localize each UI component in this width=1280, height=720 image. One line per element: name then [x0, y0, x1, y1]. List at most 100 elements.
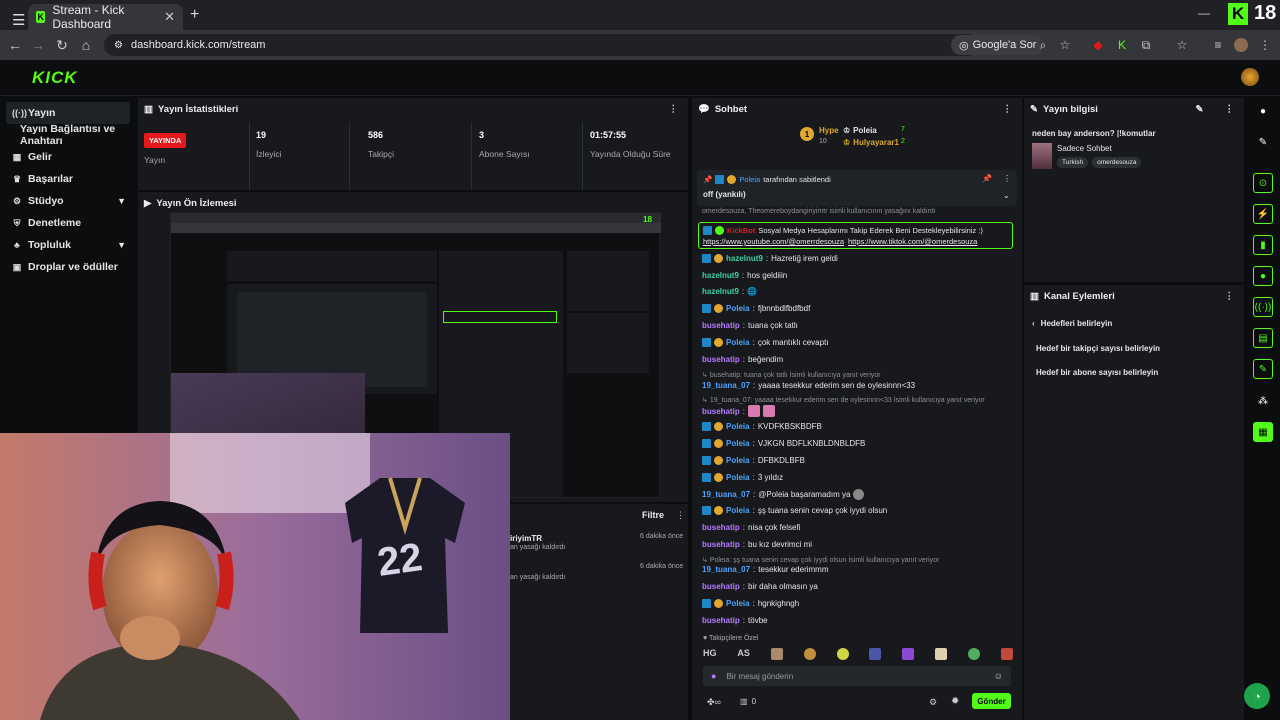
- rail-target-icon[interactable]: ⊙: [1253, 173, 1273, 193]
- sidebar-item-stream[interactable]: ((·)) Yayın: [6, 102, 130, 124]
- more-icon[interactable]: ⋮: [1225, 104, 1235, 115]
- sidebar-item-community[interactable]: ♣ Topluluk ▼: [6, 234, 130, 256]
- goals-back-button[interactable]: ‹ Hedefleri belirleyin: [1032, 319, 1112, 328]
- goal-follower-item[interactable]: Hedef bir takipçi sayısı belirleyin: [1036, 344, 1160, 353]
- emote-hg-icon[interactable]: HG: [703, 648, 717, 662]
- bookmark-star-icon[interactable]: ☆: [1058, 38, 1072, 52]
- browser-tab[interactable]: K Stream - Kick Dashboard ✕: [28, 3, 183, 31]
- chat-username[interactable]: Poleia: [726, 506, 750, 515]
- emoji-icon[interactable]: ☺: [994, 671, 1003, 681]
- chat-username[interactable]: 19_tuana_07: [702, 490, 750, 499]
- chat-username[interactable]: hazelnut9: [726, 254, 763, 263]
- tag[interactable]: Turkish: [1057, 157, 1089, 168]
- chat-username[interactable]: Poleia: [726, 304, 750, 313]
- chat-username[interactable]: Poleia: [726, 456, 750, 465]
- chevron-down-icon[interactable]: ⌄: [1003, 191, 1010, 200]
- settings-icon[interactable]: ⚙: [929, 697, 937, 708]
- filter-button[interactable]: Filtre: [642, 510, 664, 520]
- menu-icon[interactable]: ☰: [12, 11, 25, 29]
- sidebar-item-moderation[interactable]: ⛨ Denetleme: [6, 212, 130, 234]
- microphone-icon[interactable]: ●: [711, 671, 716, 681]
- chat-username[interactable]: busehatip: [702, 540, 740, 549]
- rail-edit-icon[interactable]: ✎: [1253, 132, 1273, 152]
- emote-icon[interactable]: [803, 648, 816, 660]
- rail-wrench-icon[interactable]: ✎: [1253, 359, 1273, 379]
- rail-network-icon[interactable]: ⁂: [1253, 391, 1273, 411]
- rail-card-icon[interactable]: ▮: [1253, 235, 1273, 255]
- reload-icon[interactable]: ↻: [51, 37, 73, 54]
- emote-icon[interactable]: [935, 648, 948, 660]
- chat-input[interactable]: ● Bir mesaj gönderin ☺: [703, 666, 1011, 686]
- sidebar-item-achievements[interactable]: ♛ Başarılar: [6, 168, 130, 190]
- sidebar-item-studio[interactable]: ⚙ Stüdyo ▼: [6, 190, 130, 212]
- more-icon[interactable]: ⋮: [1225, 291, 1235, 302]
- chat-username[interactable]: Poleia: [726, 473, 750, 482]
- chat-username[interactable]: busehatip: [702, 407, 740, 416]
- gear-alt-icon[interactable]: ✹: [951, 696, 959, 707]
- chat-username[interactable]: hazelnut9: [702, 271, 739, 280]
- home-icon[interactable]: ⌂: [75, 37, 97, 53]
- rail-bolt-icon[interactable]: ⚡: [1253, 204, 1273, 224]
- profile-avatar[interactable]: [1234, 38, 1248, 52]
- sidebar-item-revenue[interactable]: ▦ Gelir: [6, 146, 130, 168]
- zoom-icon[interactable]: ⌕: [1036, 38, 1050, 52]
- chat-username[interactable]: Poleia: [726, 439, 750, 448]
- rail-info-icon[interactable]: ●: [1253, 101, 1273, 121]
- chat-username[interactable]: busehatip: [702, 523, 740, 532]
- back-icon[interactable]: ←: [4, 37, 26, 53]
- google-lens-button[interactable]: ◎ Google'a Sor: [951, 35, 1045, 55]
- site-info-icon[interactable]: ⚙: [114, 40, 123, 51]
- rail-video-icon[interactable]: ▤: [1253, 328, 1273, 348]
- forward-icon[interactable]: →: [27, 37, 49, 53]
- more-icon[interactable]: ⋮: [1003, 174, 1011, 183]
- emote-icon[interactable]: [869, 648, 882, 660]
- new-tab-icon[interactable]: +: [190, 6, 199, 24]
- emote-as-icon[interactable]: AS: [737, 648, 750, 662]
- chat-username[interactable]: 19_tuana_07: [702, 565, 750, 574]
- unpin-icon[interactable]: 📌: [982, 174, 992, 183]
- chat-username[interactable]: Poleia: [726, 338, 750, 347]
- support-chat-icon[interactable]: ◔: [1244, 683, 1270, 709]
- kick-logo[interactable]: KICK: [32, 68, 78, 88]
- chat-username[interactable]: Poleia: [726, 422, 750, 431]
- reading-list-icon[interactable]: ≡: [1211, 38, 1225, 52]
- goal-sub-item[interactable]: Hedef bir abone sayısı belirleyin: [1036, 368, 1158, 377]
- more-icon[interactable]: ⋮: [676, 510, 685, 521]
- chat-username[interactable]: 19_tuana_07: [702, 381, 750, 390]
- send-button[interactable]: Gönder: [972, 693, 1011, 709]
- more-icon[interactable]: ⋮: [669, 104, 679, 115]
- chat-username[interactable]: busehatip: [702, 616, 740, 625]
- emote-icon[interactable]: [968, 648, 981, 660]
- youtube-link[interactable]: https://www.youtube.com/@omerrdesouza: [703, 237, 844, 246]
- sidebar-item-drops[interactable]: ▣ Droplar ve ödüller: [6, 256, 130, 278]
- rail-chat-icon[interactable]: ●: [1253, 266, 1273, 286]
- chat-username[interactable]: busehatip: [702, 582, 740, 591]
- sidebar-item-stream-key[interactable]: Yayın Bağlantısı ve Anahtarı: [6, 123, 130, 147]
- chat-username[interactable]: KickBot: [727, 226, 755, 235]
- tag[interactable]: omerdesouza: [1092, 157, 1142, 168]
- chat-username[interactable]: hazelnut9: [702, 287, 739, 296]
- chat-username[interactable]: busehatip: [702, 321, 740, 330]
- more-icon[interactable]: ⋮: [1003, 104, 1013, 115]
- chat-username[interactable]: busehatip: [702, 355, 740, 364]
- tiktok-link[interactable]: https://www.tiktok.com/@omerdesouza: [848, 237, 977, 246]
- user-avatar[interactable]: [1241, 68, 1259, 86]
- infinite-icon[interactable]: ✤∞: [707, 697, 721, 708]
- timer-widget[interactable]: ▥ 0: [740, 697, 756, 706]
- close-tab-icon[interactable]: ✕: [164, 9, 175, 25]
- extension-kick-icon[interactable]: K: [1115, 38, 1129, 52]
- rail-add-icon[interactable]: ▦: [1253, 422, 1273, 442]
- emote-icon[interactable]: [836, 648, 849, 660]
- emote-icon[interactable]: [1000, 648, 1013, 660]
- emote-icon[interactable]: [770, 648, 783, 660]
- minimize-icon[interactable]: —: [1198, 6, 1210, 20]
- browser-menu-icon[interactable]: ⋮: [1258, 38, 1272, 52]
- extension-red-icon[interactable]: ◆: [1091, 38, 1105, 52]
- emote-icon[interactable]: [902, 648, 915, 660]
- bookmarks-icon[interactable]: ☆: [1175, 38, 1189, 52]
- rail-broadcast-icon[interactable]: ((·)): [1253, 297, 1273, 317]
- chat-username[interactable]: Poleia: [726, 599, 750, 608]
- edit-icon[interactable]: ✎: [1196, 104, 1204, 115]
- url-field[interactable]: ⚙ dashboard.kick.com/stream: [104, 34, 979, 56]
- extensions-icon[interactable]: ⧉: [1139, 38, 1153, 52]
